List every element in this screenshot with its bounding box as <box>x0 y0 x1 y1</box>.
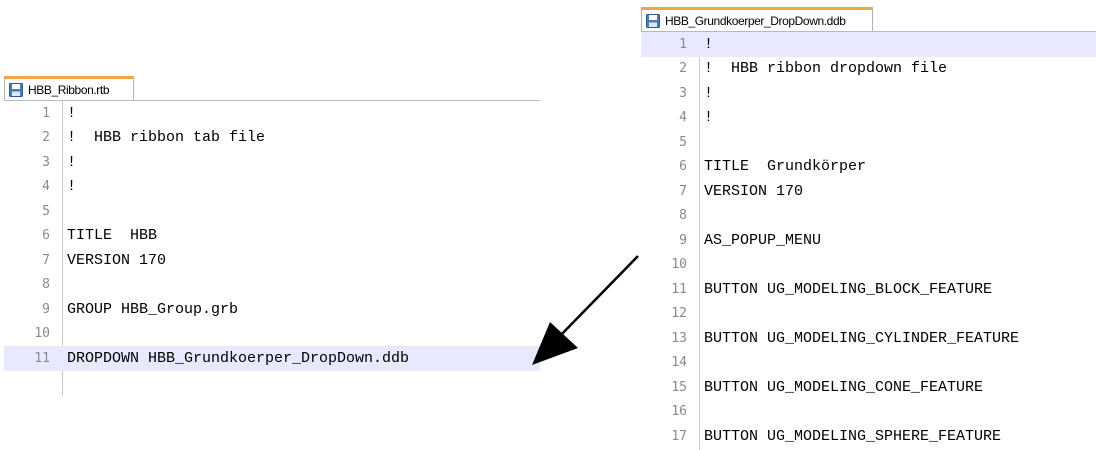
reference-arrow <box>532 255 639 365</box>
arrow-shaft <box>555 255 639 341</box>
arrow-head-icon <box>532 322 578 365</box>
